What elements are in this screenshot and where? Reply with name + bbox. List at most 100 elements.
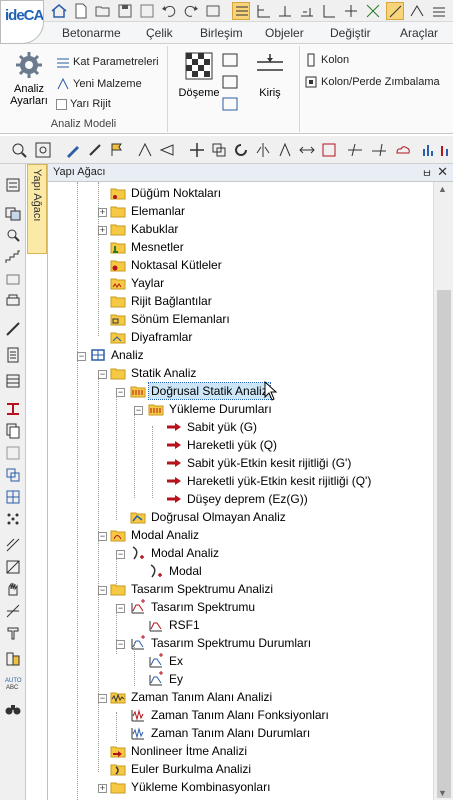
- scrollbar-thumb[interactable]: [437, 290, 451, 798]
- slab-grid-button[interactable]: [222, 52, 238, 116]
- tab-birlesim[interactable]: Birleşim: [200, 26, 243, 40]
- copy-icon[interactable]: [210, 141, 228, 159]
- tree-item-supports[interactable]: Mesnetler: [110, 238, 186, 256]
- flag-icon[interactable]: [108, 141, 126, 159]
- documents-icon[interactable]: [4, 422, 22, 440]
- analysis-settings-button[interactable]: Analiz Ayarları: [8, 50, 50, 107]
- structure-tree-side-tab[interactable]: Yapı Ağacı: [27, 164, 47, 254]
- measure-icon[interactable]: [408, 2, 426, 20]
- rotate-view-icon[interactable]: [158, 141, 176, 159]
- tree-item-load-case[interactable]: Hareketli yük (Q): [166, 436, 279, 454]
- collapse-icon[interactable]: −: [98, 370, 107, 379]
- tree-item-static-analysis[interactable]: Statik Analiz: [110, 364, 198, 382]
- extend-icon[interactable]: [370, 141, 388, 159]
- object-icon[interactable]: [4, 270, 22, 288]
- color-bars-icon[interactable]: [438, 141, 453, 159]
- tree-item-design-spectrum-analysis[interactable]: Tasarım Spektrumu Analizi: [110, 580, 275, 598]
- tab-celik[interactable]: Çelik: [146, 26, 173, 40]
- pen-icon[interactable]: [86, 141, 104, 159]
- measure-panel-icon[interactable]: [4, 320, 22, 338]
- tree-item-modal-analysis[interactable]: Modal Analiz: [110, 526, 201, 544]
- tab-degistir[interactable]: Değiştir: [330, 26, 371, 40]
- list-view-icon[interactable]: [232, 2, 250, 20]
- hand-icon[interactable]: [4, 580, 22, 598]
- tree-item-time-history-analysis[interactable]: Zaman Tanım Alanı Analizi: [110, 688, 274, 706]
- column-punching-button[interactable]: Kolon/Perde Zımbalama: [304, 75, 440, 89]
- pin-icon[interactable]: ㅂ: [422, 165, 432, 181]
- pencil-icon[interactable]: [64, 141, 82, 159]
- app-logo[interactable]: ideCAD: [0, 0, 44, 44]
- axis-icon[interactable]: [254, 2, 272, 20]
- new-file-icon[interactable]: [72, 2, 90, 20]
- mask-icon[interactable]: [4, 444, 22, 462]
- wall-icon[interactable]: [4, 536, 22, 554]
- pick-icon[interactable]: [4, 650, 22, 668]
- print-icon[interactable]: [4, 292, 22, 310]
- scroll-down-icon[interactable]: ▼: [438, 788, 447, 798]
- save-as-icon[interactable]: [138, 2, 156, 20]
- section-icon[interactable]: [4, 400, 22, 418]
- collapse-icon[interactable]: −: [77, 352, 86, 361]
- array-icon[interactable]: [320, 141, 338, 159]
- rotate-icon[interactable]: [232, 141, 250, 159]
- binoculars-icon[interactable]: [4, 700, 22, 718]
- collapse-icon[interactable]: −: [116, 604, 125, 613]
- trim-icon[interactable]: [346, 141, 364, 159]
- zoom-icon[interactable]: [10, 141, 28, 159]
- tree-item-design-spectrum-cases[interactable]: Tasarım Spektrumu Durumları: [130, 634, 313, 652]
- grid-icon[interactable]: [342, 2, 360, 20]
- dimension-panel-icon[interactable]: [4, 602, 22, 620]
- collapse-icon[interactable]: −: [134, 406, 143, 415]
- expand-icon[interactable]: +: [98, 226, 107, 235]
- tree-item-load-case[interactable]: Sabit yük-Etkin kesit rijitliği (G'): [166, 454, 353, 472]
- chart-icon[interactable]: [420, 141, 438, 159]
- tree-item-load-case[interactable]: Düşey deprem (Ez(G)): [166, 490, 310, 508]
- copy-panel-icon[interactable]: [4, 466, 22, 484]
- layers-panel-icon[interactable]: [4, 204, 22, 222]
- hatch-icon[interactable]: [4, 558, 22, 576]
- tree-item-linear-static-analysis[interactable]: Doğrusal Statik Analiz: [130, 382, 271, 400]
- tab-objeler[interactable]: Objeler: [265, 26, 304, 40]
- tree-item-nonlinear-analysis[interactable]: Doğrusal Olmayan Analiz: [130, 508, 288, 526]
- tree-item-design-spectrum[interactable]: Tasarım Spektrumu: [130, 598, 257, 616]
- collapse-icon[interactable]: −: [98, 694, 107, 703]
- tree-view-icon[interactable]: [4, 176, 22, 194]
- tree-item-ex[interactable]: Ex: [148, 652, 185, 670]
- tree-item-pushover-analysis[interactable]: Nonlineer İtme Analizi: [110, 742, 249, 760]
- tab-araclar[interactable]: Araçlar: [400, 26, 438, 40]
- expand-icon[interactable]: +: [98, 208, 107, 217]
- tree-item-point-masses[interactable]: Noktasal Kütleler: [110, 256, 224, 274]
- tree-item-shells[interactable]: Kabuklar: [110, 220, 180, 238]
- undo-icon[interactable]: [160, 2, 178, 20]
- tree-item-nodes[interactable]: Düğüm Noktaları: [110, 184, 223, 202]
- dots-icon[interactable]: [4, 510, 22, 528]
- zoom-extents-icon[interactable]: [34, 141, 52, 159]
- tree-item-modal[interactable]: Modal: [148, 562, 204, 580]
- align-icon[interactable]: [276, 141, 294, 159]
- home-icon[interactable]: [50, 2, 68, 20]
- scroll-up-icon[interactable]: ▲: [438, 184, 447, 194]
- collapse-icon[interactable]: −: [116, 388, 125, 397]
- collapse-icon[interactable]: −: [116, 640, 125, 649]
- tool-icon[interactable]: [4, 624, 22, 642]
- tree-item-dampers[interactable]: Sönüm Elemanları: [110, 310, 232, 328]
- vertical-scrollbar[interactable]: ▲ ▼: [433, 182, 453, 800]
- tree-item-ey[interactable]: Ey: [148, 670, 185, 688]
- triangle-icon[interactable]: [136, 141, 154, 159]
- tree-item-springs[interactable]: Yaylar: [110, 274, 166, 292]
- collapse-icon[interactable]: −: [116, 550, 125, 559]
- tree-item-time-history-functions[interactable]: Zaman Tanım Alanı Fonksiyonları: [130, 706, 331, 724]
- close-icon[interactable]: ✕: [437, 164, 448, 180]
- layers-icon[interactable]: [430, 2, 448, 20]
- semi-rigid-checkbox[interactable]: Yarı Rijit: [56, 98, 111, 110]
- floor-parameters-button[interactable]: Kat Parametreleri: [56, 55, 159, 69]
- slab-button[interactable]: Döşeme: [176, 52, 222, 99]
- node-icon[interactable]: [364, 2, 382, 20]
- stairs-icon[interactable]: [4, 248, 22, 266]
- level-icon[interactable]: [320, 2, 338, 20]
- table-icon[interactable]: [4, 372, 22, 390]
- auto-abc-icon[interactable]: AUTO ABC: [4, 674, 22, 692]
- collapse-icon[interactable]: −: [98, 532, 107, 541]
- tree-item-diaphragms[interactable]: Diyaframlar: [110, 328, 194, 346]
- tree-item-modal-analysis-case[interactable]: Modal Analiz: [130, 544, 221, 562]
